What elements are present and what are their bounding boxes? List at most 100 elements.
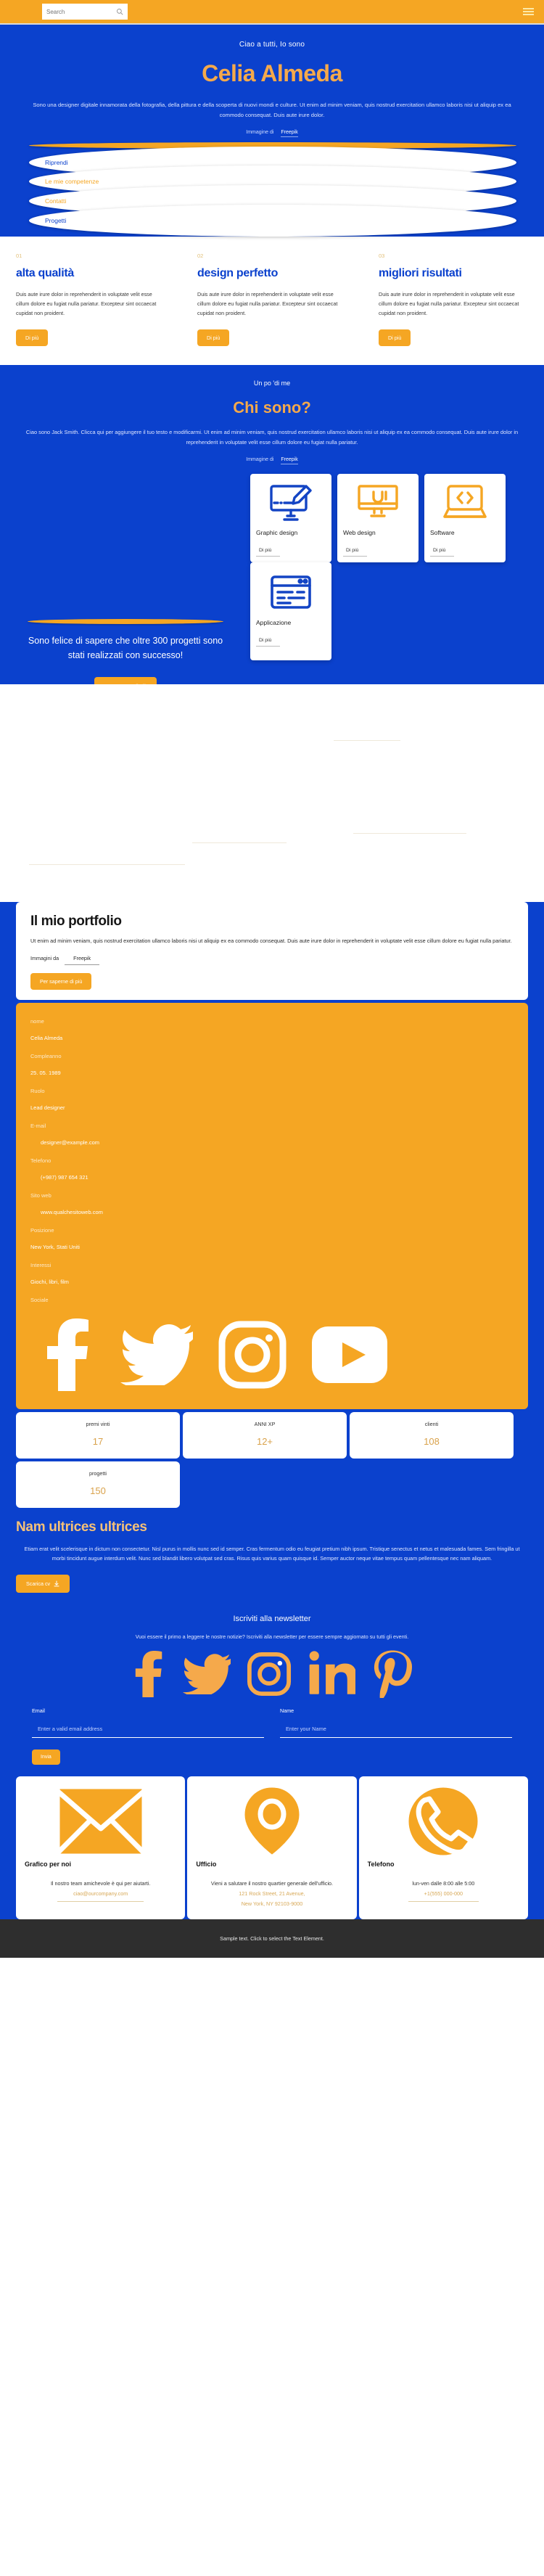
- contact-highlight[interactable]: ciao@ourcompany.com: [57, 1890, 144, 1902]
- twitter-icon[interactable]: [183, 1654, 234, 1698]
- stat-value: 12+: [256, 1436, 273, 1448]
- service-card-web-design[interactable]: Web design Di più: [337, 474, 419, 563]
- about-divider: [28, 619, 223, 625]
- feature-card: 03 migliori risultati Duis aute irure do…: [363, 253, 544, 347]
- service-more-link[interactable]: Di più: [430, 548, 455, 557]
- feature-title: design perfetto: [197, 267, 279, 280]
- about-lead: Ciao sono Jack Smith. Clicca qui per agg…: [25, 429, 519, 446]
- feature-number: 01: [16, 253, 22, 260]
- contact-card-phone: Telefono lun-ven dalle 8:00 alle 5:00 +1…: [358, 1776, 528, 1920]
- stat-label: progetti: [89, 1470, 107, 1477]
- instagram-icon[interactable]: [218, 1320, 287, 1393]
- faint-rule: [192, 842, 287, 844]
- blank-spacer-band: [0, 684, 544, 903]
- personal-info-card: nome Celia Almeda Compleanno 25. 05. 198…: [16, 1003, 528, 1410]
- email-label: Email: [32, 1707, 45, 1715]
- newsletter-title: Iscriviti alla newsletter: [233, 1615, 311, 1624]
- hero-nav-progetti[interactable]: Progetti: [29, 205, 516, 237]
- top-bar: [0, 0, 544, 25]
- about-credit-link[interactable]: Freepik: [281, 457, 298, 465]
- contact-card-email: Grafico per noi Il nostro team amichevol…: [16, 1776, 186, 1920]
- info-value: Giochi, libri, film: [30, 1279, 69, 1286]
- hamburger-bar: [523, 14, 534, 15]
- contact-highlight[interactable]: 121 Rock Street, 21 Avenue,: [223, 1890, 321, 1898]
- hero-nav-label: Le mie competenze: [45, 178, 99, 186]
- feature-title: migliori risultati: [379, 267, 462, 280]
- contact-highlight[interactable]: +1(555) 000-000: [408, 1890, 479, 1902]
- search-input[interactable]: [46, 8, 106, 15]
- info-row: Interessi Giochi, libri, film: [30, 1257, 514, 1290]
- stat-card: progetti 150: [16, 1461, 180, 1509]
- name-field-wrapper: Name: [280, 1707, 512, 1739]
- portfolio-credit-link[interactable]: Freepik: [65, 955, 100, 966]
- email-input[interactable]: [32, 1726, 264, 1739]
- info-row: E-mail designer@example.com: [30, 1117, 514, 1151]
- hamburger-menu-icon[interactable]: [523, 8, 534, 15]
- service-more-link[interactable]: Di più: [256, 638, 281, 647]
- page-title: Celia Almeda: [202, 60, 342, 86]
- monitor-brush-icon: [256, 481, 326, 526]
- linkedin-icon[interactable]: [308, 1651, 357, 1701]
- name-label: Name: [280, 1707, 294, 1715]
- youtube-icon[interactable]: [312, 1326, 387, 1387]
- contact-text: Il nostro team amichevole è qui per aiut…: [50, 1880, 151, 1887]
- portfolio-text: Ut enim ad minim veniam, quis nostrud ex…: [30, 938, 512, 945]
- name-input[interactable]: [280, 1726, 512, 1739]
- portfolio-credit: Immagini da Freepik: [30, 955, 514, 966]
- service-more-link[interactable]: Di più: [343, 548, 368, 557]
- feature-more-button[interactable]: Di più: [197, 329, 230, 347]
- newsletter-socials: [0, 1650, 544, 1702]
- newsletter-subtitle: Vuoi essere il primo a leggere le nostre…: [135, 1633, 409, 1641]
- instagram-icon[interactable]: [247, 1652, 292, 1700]
- app-window-icon: [256, 570, 326, 616]
- contact-highlight-2[interactable]: New York, NY 92103-9000: [226, 1900, 319, 1908]
- contact-section: Grafico per noi Il nostro team amichevol…: [0, 1776, 544, 1920]
- newsletter-section: Iscriviti alla newsletter Vuoi essere il…: [0, 1607, 544, 1777]
- feature-card: 02 design perfetto Duis aute irure dolor…: [181, 253, 363, 347]
- stat-value: 150: [90, 1485, 106, 1497]
- service-card-graphic-design[interactable]: Graphic design Di più: [250, 474, 331, 563]
- stat-value: 17: [92, 1436, 104, 1448]
- service-name: Applicazione: [256, 619, 292, 627]
- features-section: 01 alta qualità Duis aute irure dolor in…: [0, 237, 544, 366]
- hamburger-bar: [523, 8, 534, 9]
- facebook-icon[interactable]: [42, 1318, 96, 1395]
- faint-rule: [29, 864, 185, 866]
- hero-nav-ellipses: Riprendi Le mie competenze Contatti Prog…: [0, 142, 544, 237]
- hero-nav-label: Contatti: [45, 197, 67, 205]
- portfolio-card: Il mio portfolio Ut enim ad minim veniam…: [16, 902, 528, 1001]
- faint-rule: [353, 833, 466, 834]
- twitter-icon[interactable]: [120, 1324, 197, 1390]
- info-value[interactable]: www.qualchesitoweb.com: [30, 1204, 514, 1221]
- stat-card: clienti 108: [350, 1412, 514, 1459]
- info-value[interactable]: (+987) 987 654 321: [30, 1169, 514, 1186]
- hero-lead: Sono una designer digitale innamorata de…: [33, 102, 511, 118]
- about-credit-text: Immagine di: [246, 457, 274, 463]
- stat-label: clienti: [424, 1421, 439, 1428]
- info-label: Interessi: [30, 1262, 51, 1269]
- page-root: Ciao a tutti, Io sono Celia Almeda Sono …: [0, 0, 544, 1958]
- newsletter-submit-button[interactable]: Invia: [32, 1750, 60, 1765]
- portfolio-more-button[interactable]: Per saperne di più: [30, 973, 92, 990]
- download-cv-button[interactable]: Scarica cv: [16, 1575, 70, 1593]
- stat-label: premi vinti: [86, 1421, 110, 1428]
- hero-nav-label: Progetti: [45, 217, 67, 225]
- service-card-applicazione[interactable]: Applicazione Di più: [250, 562, 331, 661]
- info-value[interactable]: designer@example.com: [30, 1134, 514, 1151]
- about-highlight-text: Sono felice di sapere che oltre 300 prog…: [28, 636, 223, 660]
- feature-more-button[interactable]: Di più: [379, 329, 411, 347]
- facebook-icon[interactable]: [132, 1651, 167, 1701]
- feature-more-button[interactable]: Di più: [16, 329, 49, 347]
- nam-text: Etiam erat velit scelerisque in dictum n…: [24, 1546, 520, 1562]
- search-box[interactable]: [42, 4, 128, 20]
- stat-card: premi vinti 17: [16, 1412, 180, 1459]
- search-icon: [117, 9, 123, 15]
- hero-credit-link[interactable]: Freepik: [281, 130, 298, 138]
- service-card-software[interactable]: Software Di più: [424, 474, 506, 563]
- pinterest-icon[interactable]: [371, 1650, 412, 1702]
- feature-text: Duis aute irure dolor in reprehenderit i…: [379, 291, 519, 316]
- feature-number: 02: [197, 253, 204, 260]
- service-more-link[interactable]: Di più: [256, 548, 281, 557]
- hero-nav-label: Riprendi: [45, 159, 68, 167]
- contact-text: Vieni a salutare il nostro quartier gene…: [210, 1880, 334, 1887]
